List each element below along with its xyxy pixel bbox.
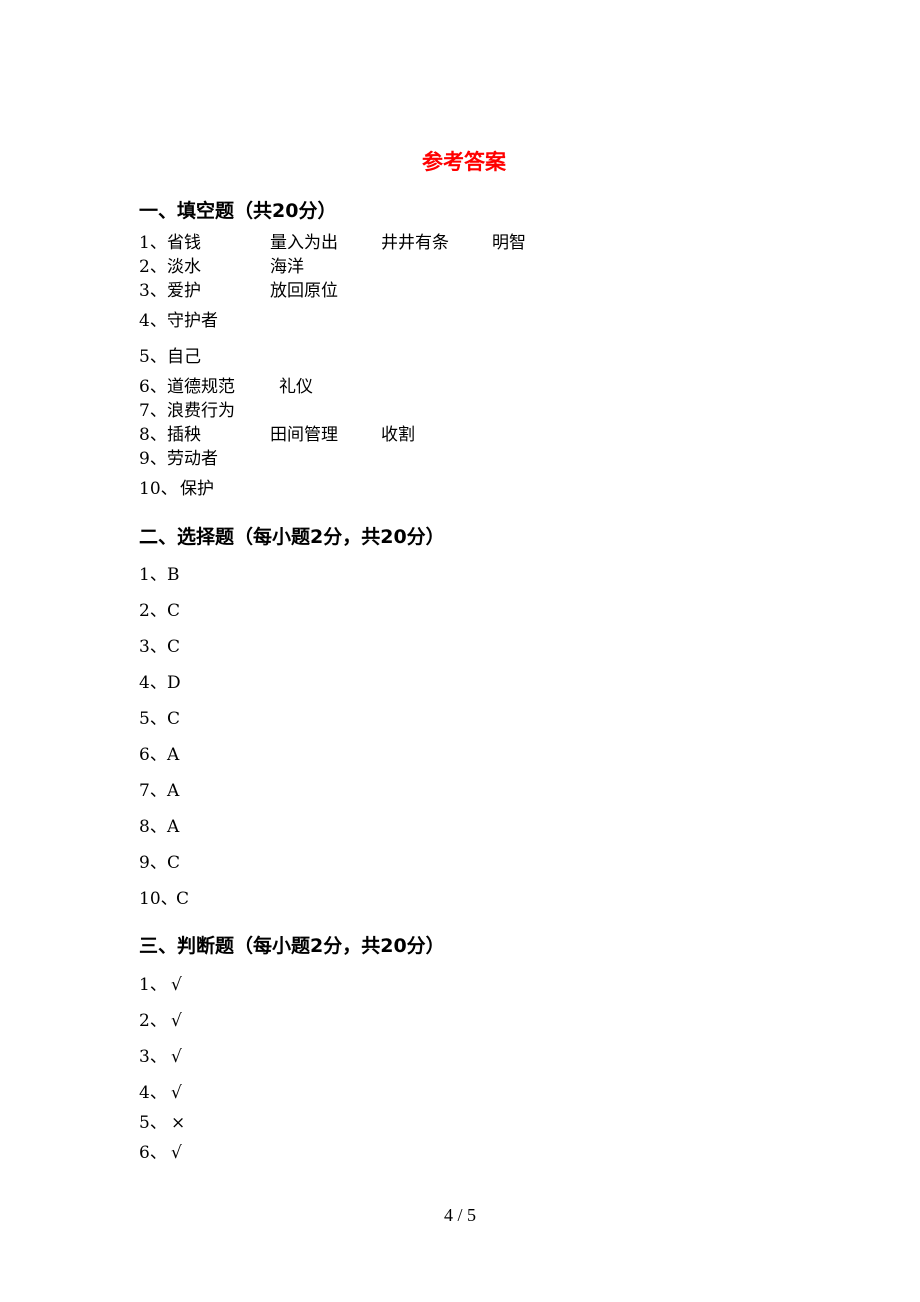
item-number: 2、 — [139, 1011, 167, 1031]
answer-text: C — [167, 601, 181, 621]
answer-text: C — [167, 709, 181, 729]
answer-text: C — [167, 853, 181, 873]
answer-text: 礼仪 — [279, 377, 313, 397]
item-number: 8、 — [139, 425, 167, 445]
answer-text: C — [167, 637, 181, 657]
page-number: 4 / 5 — [443, 1205, 476, 1225]
answer-text: 淡水 — [167, 257, 201, 277]
answer-text: 田间管理 — [270, 425, 338, 445]
answer-text: 收割 — [381, 425, 415, 445]
item-number: 4、 — [139, 673, 167, 693]
item-number: 4、 — [139, 1083, 167, 1103]
item-number: 3、 — [139, 1047, 167, 1067]
answer-text: √ — [171, 1011, 182, 1031]
section-heading-true-false: 三、判断题（每小题2分，共20分） — [139, 935, 445, 957]
item-number: 4、 — [139, 311, 167, 331]
answer-text: 爱护 — [167, 281, 201, 301]
item-number: 3、 — [139, 281, 167, 301]
answer-text: 插秧 — [167, 425, 201, 445]
item-number: 6、 — [139, 377, 167, 397]
answer-text: 海洋 — [270, 257, 304, 277]
answer-text: √ — [171, 1083, 182, 1103]
answer-text: 守护者 — [167, 311, 218, 331]
answer-text: 保护 — [180, 479, 214, 499]
item-number: 9、 — [139, 853, 167, 873]
item-number: 10、 — [139, 889, 178, 909]
item-number: 6、 — [139, 1143, 167, 1163]
answer-text: 省钱 — [167, 233, 201, 253]
answer-text: √ — [171, 1047, 182, 1067]
section-heading-multiple-choice: 二、选择题（每小题2分，共20分） — [139, 526, 445, 548]
item-number: 3、 — [139, 637, 167, 657]
page-title: 参考答案 — [422, 150, 506, 174]
item-number: 8、 — [139, 817, 167, 837]
answer-text: √ — [171, 1143, 182, 1163]
answer-text: × — [171, 1113, 186, 1133]
item-number: 5、 — [139, 1113, 167, 1133]
answer-text: A — [167, 817, 180, 837]
answer-text: 道德规范 — [167, 377, 235, 397]
item-number: 9、 — [139, 449, 167, 469]
item-number: 2、 — [139, 257, 167, 277]
item-number: 7、 — [139, 401, 167, 421]
answer-text: 井井有条 — [381, 233, 449, 253]
item-number: 1、 — [139, 233, 167, 253]
answer-text: A — [167, 781, 180, 801]
item-number: 6、 — [139, 745, 167, 765]
answer-text: C — [176, 889, 190, 909]
answer-text: 明智 — [492, 233, 526, 253]
item-number: 1、 — [139, 975, 167, 995]
item-number: 5、 — [139, 347, 167, 367]
section-heading-fill-in: 一、填空题（共20分） — [139, 200, 337, 222]
answer-text: √ — [171, 975, 182, 995]
item-number: 10、 — [139, 479, 178, 499]
answer-text: A — [167, 745, 180, 765]
item-number: 1、 — [139, 565, 167, 585]
answer-text: 劳动者 — [167, 449, 218, 469]
item-number: 7、 — [139, 781, 167, 801]
answer-text: 浪费行为 — [167, 401, 235, 421]
item-number: 2、 — [139, 601, 167, 621]
answer-text: 量入为出 — [270, 233, 338, 253]
answer-text: D — [167, 673, 181, 693]
item-number: 5、 — [139, 709, 167, 729]
answer-text: B — [167, 565, 180, 585]
answer-text: 自己 — [167, 347, 201, 367]
answer-text: 放回原位 — [270, 281, 338, 301]
